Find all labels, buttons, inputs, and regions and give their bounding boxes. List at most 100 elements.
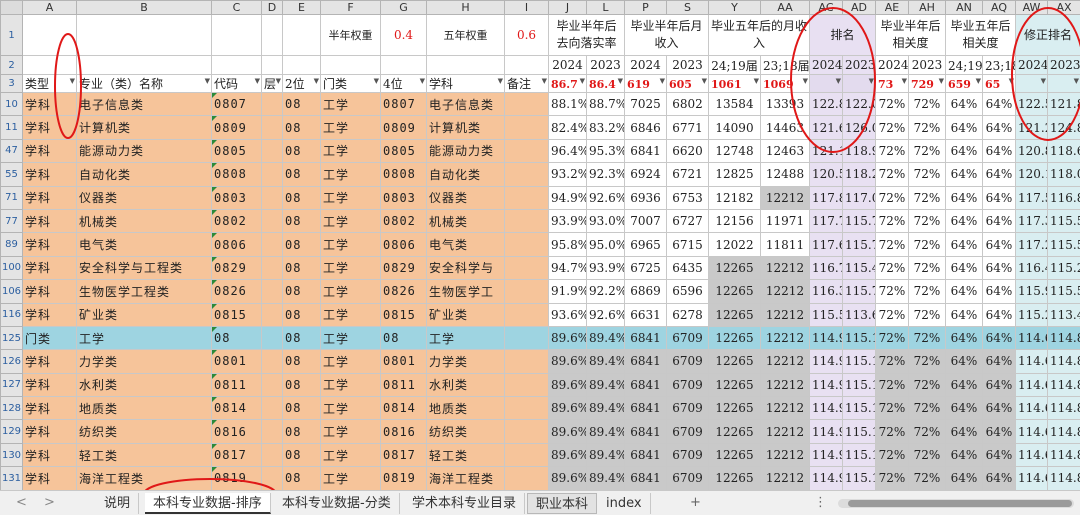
data-value-cell[interactable]: 117.8 — [809, 185, 843, 210]
filter-dropdown-icon[interactable]: ▼ — [498, 77, 503, 85]
data-value-cell[interactable]: 7025 — [624, 91, 667, 117]
data-value-cell[interactable]: 64% — [945, 255, 983, 281]
data-value-cell[interactable]: 72% — [875, 372, 909, 398]
year-label-cell[interactable]: 2024 — [548, 55, 587, 75]
adj-rank-header[interactable]: 修正排名 — [1015, 14, 1080, 56]
filter-dropdown-icon[interactable]: ▼ — [702, 77, 707, 85]
data-value-cell[interactable]: 93.0% — [586, 208, 625, 234]
data-value-cell[interactable]: 115.2 — [1015, 302, 1048, 327]
data-value-cell[interactable]: 114.8 — [1047, 349, 1080, 374]
category-cell[interactable]: 工学 — [320, 419, 381, 444]
column-header[interactable]: I — [504, 0, 549, 15]
discipline-cell[interactable]: 电子信息类 — [426, 91, 505, 117]
category-cell[interactable]: 工学 — [320, 232, 381, 257]
data-value-cell[interactable]: 95.8% — [548, 232, 587, 257]
type-cell[interactable]: 学科 — [22, 208, 77, 234]
year-label-cell[interactable]: 2023 — [1047, 55, 1080, 75]
four-digit-cell[interactable]: 0815 — [380, 302, 427, 327]
data-value-cell[interactable]: 64% — [945, 396, 983, 421]
major-filter-cell[interactable]: 专业（类）名称 ▼ — [76, 74, 212, 93]
column-header[interactable]: Y — [708, 0, 761, 15]
data-value-cell[interactable]: 115.1 — [842, 419, 876, 444]
data-value-cell[interactable]: 91.9% — [548, 279, 587, 304]
data-value-cell[interactable]: 72% — [908, 162, 946, 187]
two-digit-cell[interactable]: 08 — [282, 419, 321, 444]
data-value-cell[interactable]: 82.4% — [548, 115, 587, 140]
type-cell[interactable]: 学科 — [22, 91, 77, 117]
column-header[interactable]: B — [76, 0, 212, 15]
grad-five-income-header[interactable]: 毕业五年后的月收入 — [708, 14, 810, 56]
data-value-cell[interactable]: 89.4% — [586, 325, 625, 351]
remark-cell[interactable] — [504, 255, 549, 281]
remark-cell[interactable] — [504, 325, 549, 351]
major-name-cell[interactable]: 纺织类 — [76, 419, 212, 444]
data-value-cell[interactable]: 124.8 — [1047, 115, 1080, 140]
cell[interactable] — [504, 55, 549, 75]
filter-value-cell[interactable]: ▼ — [809, 74, 843, 93]
code-cell[interactable]: 0815 — [211, 302, 262, 327]
level-cell[interactable] — [261, 302, 283, 327]
tab-index[interactable]: index — [598, 493, 651, 514]
two-digit-cell[interactable]: 08 — [282, 396, 321, 421]
four-digit-cell[interactable]: 08 — [380, 325, 427, 351]
data-value-cell[interactable]: 6869 — [624, 279, 667, 304]
data-value-cell[interactable]: 72% — [908, 138, 946, 164]
cell[interactable] — [380, 55, 427, 75]
code-cell[interactable]: 0808 — [211, 162, 262, 187]
cell[interactable] — [320, 55, 381, 75]
column-header[interactable]: AA — [760, 0, 810, 15]
data-value-cell[interactable]: 6709 — [666, 396, 709, 421]
four-digit-filter-cell[interactable]: 4位 ▼ — [380, 74, 427, 93]
data-value-cell[interactable]: 89.6% — [548, 466, 587, 491]
category-cell[interactable]: 工学 — [320, 185, 381, 210]
column-header[interactable]: L — [586, 0, 625, 15]
category-filter-cell[interactable]: 门类 ▼ — [320, 74, 381, 93]
table-row[interactable]: 10 学科 电子信息类 0807 08 工学 0807 电子信息类 88.1% 88.7% 7025… — [0, 91, 1080, 117]
data-value-cell[interactable]: 72% — [875, 466, 909, 491]
data-value-cell[interactable]: 6846 — [624, 115, 667, 140]
data-value-cell[interactable]: 72% — [875, 185, 909, 210]
data-value-cell[interactable]: 64% — [982, 419, 1016, 444]
data-value-cell[interactable]: 117.6 — [809, 232, 843, 257]
table-row[interactable]: 89 学科 电气类 0806 08 工学 0806 电气类 95.8% 95.0% 6965 6715… — [0, 232, 1080, 257]
discipline-cell[interactable]: 生物医学工 — [426, 279, 505, 304]
row-number[interactable]: 106 — [0, 279, 23, 304]
discipline-cell[interactable]: 工学 — [426, 325, 505, 351]
discipline-cell[interactable]: 电气类 — [426, 232, 505, 257]
data-value-cell[interactable]: 114.6 — [1015, 372, 1048, 398]
code-filter-cell[interactable]: 代码 ▼ — [211, 74, 262, 93]
major-name-cell[interactable]: 仪器类 — [76, 185, 212, 210]
row-number[interactable]: 126 — [0, 349, 23, 374]
data-value-cell[interactable]: 116.3 — [809, 279, 843, 304]
category-cell[interactable]: 工学 — [320, 396, 381, 421]
level-cell[interactable] — [261, 442, 283, 468]
discipline-cell[interactable]: 地质类 — [426, 396, 505, 421]
major-name-cell[interactable]: 工学 — [76, 325, 212, 351]
remark-cell[interactable] — [504, 442, 549, 468]
level-cell[interactable] — [261, 162, 283, 187]
level-cell[interactable] — [261, 466, 283, 491]
filter-dropdown-icon[interactable]: ▼ — [580, 77, 585, 85]
year-label-cell[interactable]: 2023 — [842, 55, 876, 75]
rank-header[interactable]: 排名 — [809, 14, 876, 56]
data-value-cell[interactable]: 64% — [982, 442, 1016, 468]
data-value-cell[interactable]: 12265 — [708, 325, 761, 351]
data-value-cell[interactable]: 12212 — [760, 325, 810, 351]
column-header[interactable]: AQ — [982, 0, 1016, 15]
filter-value-cell[interactable]: 1061 ▼ — [708, 74, 761, 93]
data-value-cell[interactable]: 64% — [982, 115, 1016, 140]
filter-dropdown-icon[interactable]: ▼ — [1041, 77, 1046, 85]
two-digit-cell[interactable]: 08 — [282, 349, 321, 374]
two-digit-cell[interactable]: 08 — [282, 279, 321, 304]
type-cell[interactable]: 学科 — [22, 279, 77, 304]
column-header[interactable]: P — [624, 0, 667, 15]
year-label-cell[interactable]: 2023 — [666, 55, 709, 75]
data-value-cell[interactable]: 115.7 — [842, 208, 876, 234]
data-value-cell[interactable]: 72% — [908, 232, 946, 257]
two-digit-cell[interactable]: 08 — [282, 138, 321, 164]
data-value-cell[interactable]: 89.6% — [548, 349, 587, 374]
data-value-cell[interactable]: 13584 — [708, 91, 761, 117]
filter-value-cell[interactable]: 729 ▼ — [908, 74, 946, 93]
data-value-cell[interactable]: 114.9 — [809, 442, 843, 468]
type-cell[interactable]: 门类 — [22, 325, 77, 351]
